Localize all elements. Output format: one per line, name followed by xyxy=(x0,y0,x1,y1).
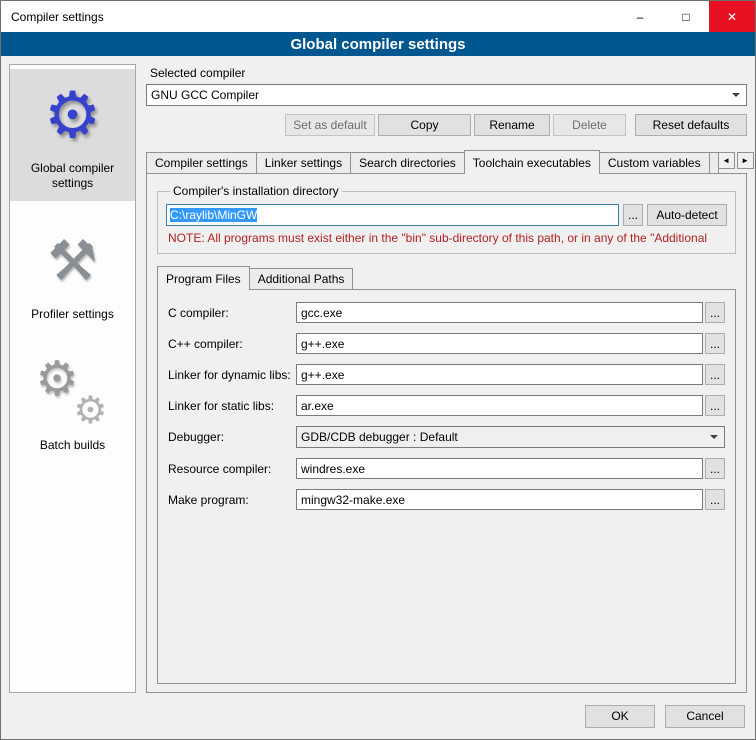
c-compiler-browse-button[interactable]: ... xyxy=(705,302,725,323)
chevron-down-icon xyxy=(732,93,740,101)
close-button[interactable]: ✕ xyxy=(709,1,755,32)
sidebar-item-label: Global compiler settings xyxy=(13,161,132,191)
sidebar: ⚙ Global compiler settings ⚒ Profiler se… xyxy=(9,64,136,693)
selected-compiler-value: GNU GCC Compiler xyxy=(151,88,732,102)
resource-compiler-row: Resource compiler: ... xyxy=(168,458,725,479)
static-linker-browse-button[interactable]: ... xyxy=(705,395,725,416)
tab-additional-paths[interactable]: Additional Paths xyxy=(249,268,354,289)
rename-button[interactable]: Rename xyxy=(474,114,550,136)
installation-directory-group-title: Compiler's installation directory xyxy=(170,184,342,198)
tab-linker-settings[interactable]: Linker settings xyxy=(256,152,351,173)
sidebar-item-label: Batch builds xyxy=(40,438,105,453)
tab-scroll-left-icon[interactable]: ◄ xyxy=(718,152,735,169)
set-as-default-button[interactable]: Set as default xyxy=(285,114,375,136)
main-area: Selected compiler GNU GCC Compiler Set a… xyxy=(146,64,747,693)
cpp-compiler-row: C++ compiler: ... xyxy=(168,333,725,354)
installation-directory-input[interactable]: C:\raylib\MinGW xyxy=(166,204,619,226)
copy-button[interactable]: Copy xyxy=(378,114,471,136)
note-text: NOTE: All programs must exist either in … xyxy=(168,231,725,245)
static-linker-row: Linker for static libs: ... xyxy=(168,395,725,416)
c-compiler-label: C compiler: xyxy=(168,306,296,320)
selected-compiler-label: Selected compiler xyxy=(150,66,747,80)
profiler-tool-icon: ⚒ xyxy=(28,221,118,301)
dialog-header: Global compiler settings xyxy=(1,32,755,56)
window-title: Compiler settings xyxy=(1,10,104,24)
cpp-compiler-browse-button[interactable]: ... xyxy=(705,333,725,354)
maximize-button[interactable]: □ xyxy=(663,1,709,32)
static-linker-label: Linker for static libs: xyxy=(168,399,296,413)
gear-icon: ⚙ xyxy=(28,75,118,155)
dynamic-linker-browse-button[interactable]: ... xyxy=(705,364,725,385)
installation-directory-value: C:\raylib\MinGW xyxy=(170,208,257,222)
make-program-input[interactable] xyxy=(296,489,703,510)
tab-custom-variables[interactable]: Custom variables xyxy=(599,152,710,173)
sidebar-item-profiler-settings[interactable]: ⚒ Profiler settings xyxy=(10,215,135,332)
directory-browse-button[interactable]: ... xyxy=(623,204,643,226)
sidebar-item-batch-builds[interactable]: ⚙⚙ Batch builds xyxy=(10,346,135,463)
autodetect-button[interactable]: Auto-detect xyxy=(647,204,727,226)
delete-button[interactable]: Delete xyxy=(553,114,626,136)
resource-compiler-label: Resource compiler: xyxy=(168,462,296,476)
window-controls: – □ ✕ xyxy=(617,1,755,32)
sidebar-item-label: Profiler settings xyxy=(31,307,114,322)
chevron-down-icon xyxy=(710,435,718,443)
c-compiler-row: C compiler: ... xyxy=(168,302,725,323)
selected-compiler-dropdown[interactable]: GNU GCC Compiler xyxy=(146,84,747,106)
debugger-dropdown[interactable]: GDB/CDB debugger : Default xyxy=(296,426,725,448)
static-linker-input[interactable] xyxy=(296,395,703,416)
installation-directory-row: C:\raylib\MinGW ... Auto-detect xyxy=(166,204,727,226)
sidebar-item-global-compiler-settings[interactable]: ⚙ Global compiler settings xyxy=(10,69,135,201)
program-files-tab-strip: Program Files Additional Paths xyxy=(157,266,738,289)
cpp-compiler-input[interactable] xyxy=(296,333,703,354)
debugger-label: Debugger: xyxy=(168,430,296,444)
dialog-footer: OK Cancel xyxy=(1,693,755,739)
stacked-gears-icon: ⚙⚙ xyxy=(28,352,118,432)
toolchain-executables-panel: Compiler's installation directory C:\ray… xyxy=(146,173,747,693)
dynamic-linker-input[interactable] xyxy=(296,364,703,385)
debugger-row: Debugger: GDB/CDB debugger : Default xyxy=(168,426,725,448)
titlebar: Compiler settings – □ ✕ xyxy=(1,1,755,32)
compiler-settings-window: Compiler settings – □ ✕ Global compiler … xyxy=(0,0,756,740)
resource-compiler-input[interactable] xyxy=(296,458,703,479)
tab-search-directories[interactable]: Search directories xyxy=(350,152,465,173)
tab-scroll-buttons: ◄ ► xyxy=(718,152,754,171)
dialog-header-title: Global compiler settings xyxy=(290,36,465,53)
tab-compiler-settings[interactable]: Compiler settings xyxy=(146,152,257,173)
minimize-button[interactable]: – xyxy=(617,1,663,32)
reset-defaults-button[interactable]: Reset defaults xyxy=(635,114,747,136)
make-program-label: Make program: xyxy=(168,493,296,507)
settings-tab-strip: Compiler settings Linker settings Search… xyxy=(146,150,747,173)
cpp-compiler-label: C++ compiler: xyxy=(168,337,296,351)
dynamic-linker-label: Linker for dynamic libs: xyxy=(168,368,296,382)
c-compiler-input[interactable] xyxy=(296,302,703,323)
cancel-button[interactable]: Cancel xyxy=(665,705,745,728)
debugger-value: GDB/CDB debugger : Default xyxy=(301,430,710,444)
compiler-actions: Set as default Copy Rename Delete Reset … xyxy=(146,114,747,136)
tab-program-files[interactable]: Program Files xyxy=(157,266,250,290)
tab-toolchain-executables[interactable]: Toolchain executables xyxy=(464,150,600,174)
dialog-content: ⚙ Global compiler settings ⚒ Profiler se… xyxy=(1,56,755,693)
make-program-browse-button[interactable]: ... xyxy=(705,489,725,510)
ok-button[interactable]: OK xyxy=(585,705,655,728)
resource-compiler-browse-button[interactable]: ... xyxy=(705,458,725,479)
tab-scroll-right-icon[interactable]: ► xyxy=(737,152,754,169)
make-program-row: Make program: ... xyxy=(168,489,725,510)
dynamic-linker-row: Linker for dynamic libs: ... xyxy=(168,364,725,385)
installation-directory-group: Compiler's installation directory C:\ray… xyxy=(157,184,736,254)
program-files-panel: C compiler: ... C++ compiler: ... Linker… xyxy=(157,289,736,684)
